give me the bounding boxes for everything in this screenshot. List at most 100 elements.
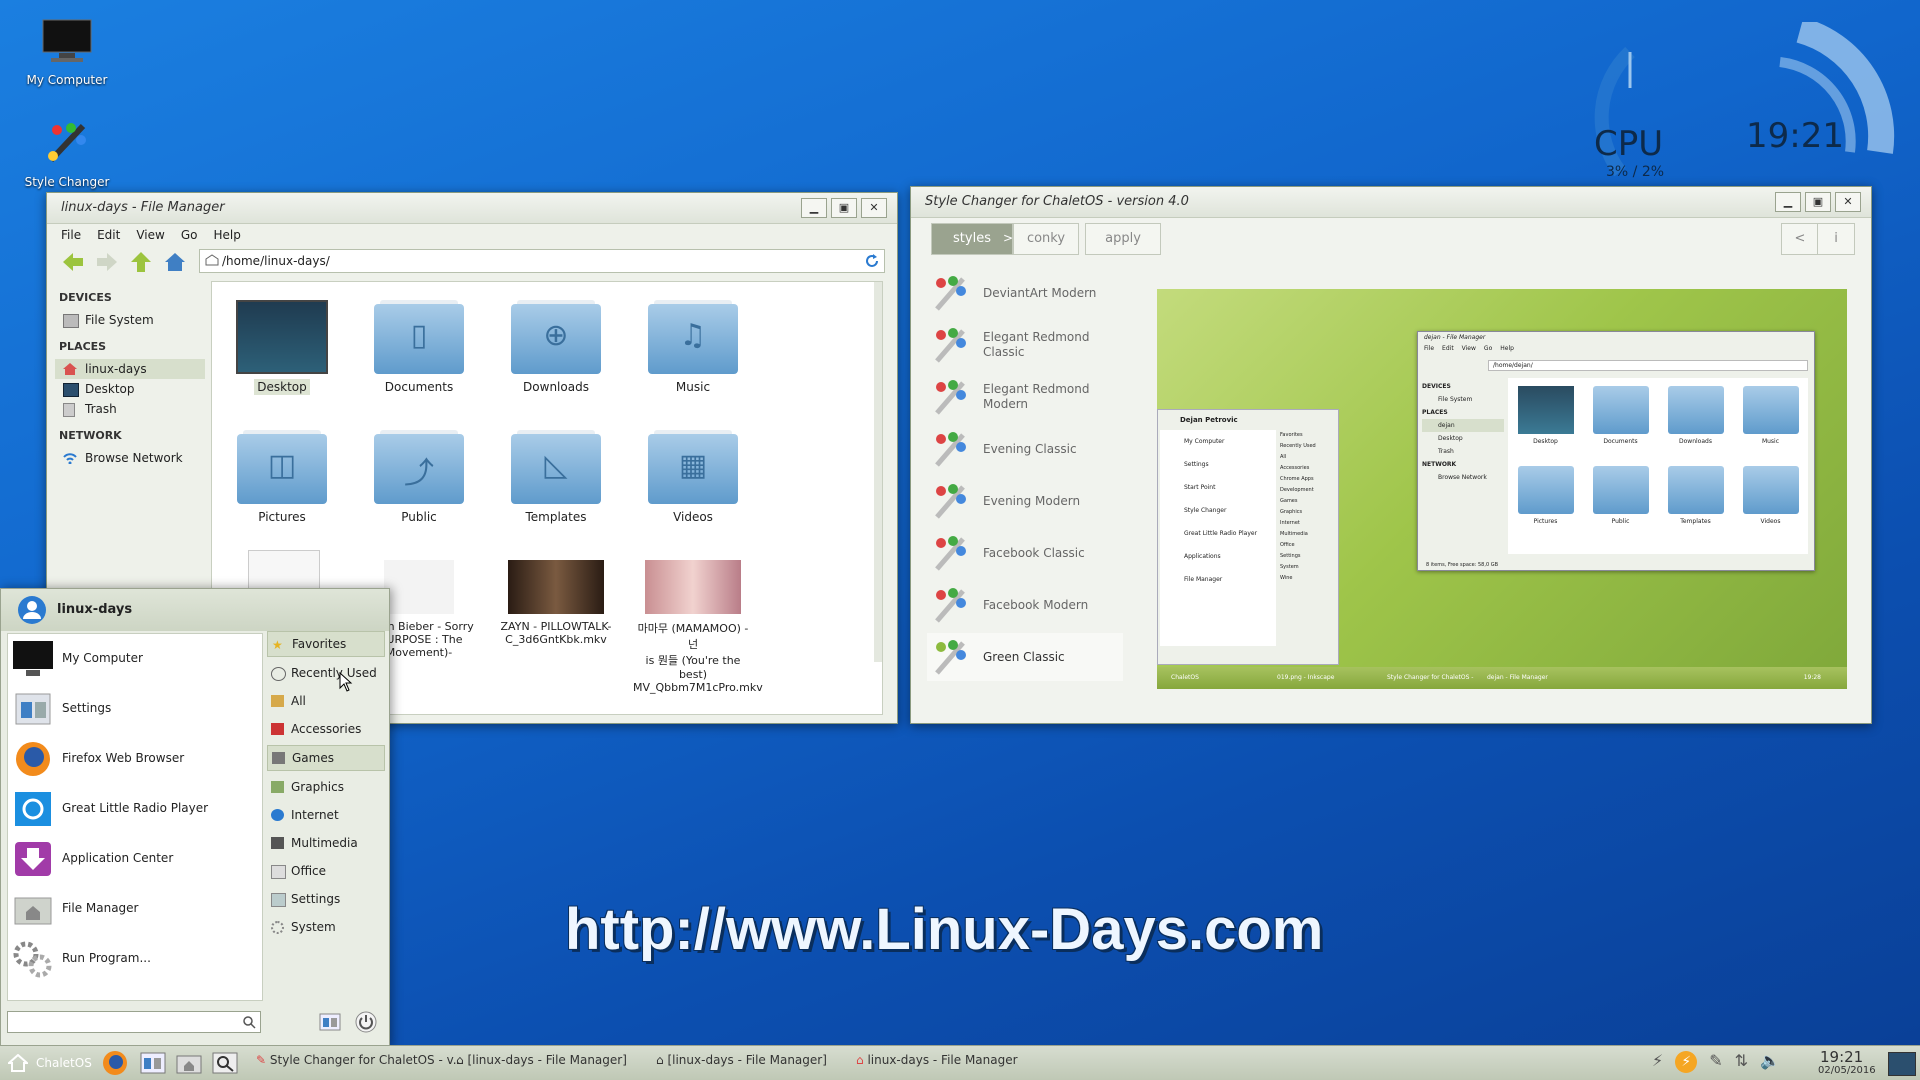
style-item[interactable]: Facebook Modern — [927, 581, 1123, 629]
file-item-music[interactable]: ♫ Music — [633, 300, 753, 394]
minimize-button[interactable]: ▁ — [801, 198, 827, 218]
style-item-selected[interactable]: Green Classic — [927, 633, 1123, 681]
back-arrow-icon[interactable] — [61, 251, 85, 273]
task-file-manager-1[interactable]: ⌂ [linux-days - File Manager] — [456, 1053, 627, 1067]
sidebar-item-home[interactable]: linux-days — [55, 359, 205, 379]
file-item-documents[interactable]: ▯ Documents — [359, 300, 479, 394]
preview-cat: Wine — [1280, 575, 1293, 581]
maximize-button[interactable]: ▣ — [1805, 192, 1831, 212]
menu-file[interactable]: File — [61, 228, 81, 242]
preview-fm-title: dejan - File Manager — [1424, 334, 1486, 341]
volume-icon[interactable]: 🔈 — [1760, 1051, 1780, 1073]
settings-icon[interactable] — [140, 1052, 166, 1074]
video-item[interactable]: ZAYN - PILLOWTALK- C_3d6GntKbk.mkv — [496, 560, 616, 646]
app-my-computer[interactable]: My Computer — [8, 634, 262, 684]
file-item-pictures[interactable]: ◫ Pictures — [222, 430, 342, 524]
category-office[interactable]: Office — [267, 859, 385, 883]
folder-pictures-icon: ◫ — [237, 430, 327, 504]
menu-help[interactable]: Help — [213, 228, 240, 242]
category-internet[interactable]: Internet — [267, 803, 385, 827]
sidebar-item-trash[interactable]: Trash — [55, 399, 205, 419]
task-style-changer[interactable]: ✎ Style Changer for ChaletOS - v... — [256, 1053, 464, 1067]
apply-button[interactable]: apply — [1085, 223, 1161, 255]
maximize-button[interactable]: ▣ — [831, 198, 857, 218]
preview-cat: Multimedia — [1280, 531, 1308, 537]
home-icon: ⌂ — [656, 1053, 664, 1067]
file-item-templates[interactable]: ◺ Templates — [496, 430, 616, 524]
category-multimedia[interactable]: Multimedia — [267, 831, 385, 855]
sidebar-item-browse-network[interactable]: Browse Network — [55, 448, 205, 468]
power-manager-icon[interactable]: ⚡ — [1675, 1051, 1698, 1073]
style-item[interactable]: Evening Modern — [927, 477, 1123, 525]
menu-view[interactable]: View — [136, 228, 164, 242]
app-settings[interactable]: Settings — [8, 684, 262, 734]
vertical-scrollbar[interactable] — [874, 282, 882, 662]
style-changer-titlebar[interactable]: Style Changer for ChaletOS - version 4.0… — [911, 187, 1871, 218]
forward-arrow-icon[interactable] — [95, 251, 119, 273]
category-graphics[interactable]: Graphics — [267, 775, 385, 799]
close-button[interactable]: ✕ — [861, 198, 887, 218]
file-manager-titlebar[interactable]: linux-days - File Manager ▁ ▣ ✕ — [47, 193, 897, 224]
show-desktop-button[interactable] — [1888, 1052, 1916, 1076]
file-item-public[interactable]: ⤴ Public — [359, 430, 479, 524]
category-system[interactable]: System — [267, 915, 385, 939]
style-item[interactable]: Facebook Classic — [927, 529, 1123, 577]
refresh-icon[interactable] — [865, 254, 879, 268]
category-accessories[interactable]: Accessories — [267, 717, 385, 741]
style-theme-icon — [935, 484, 966, 519]
clock-time[interactable]: 19:21 — [1820, 1048, 1863, 1066]
app-firefox[interactable]: Firefox Web Browser — [8, 734, 262, 784]
address-bar[interactable]: /home/linux-days/ — [199, 249, 885, 273]
file-item-downloads[interactable]: ⊕ Downloads — [496, 300, 616, 394]
category-settings[interactable]: Settings — [267, 887, 385, 911]
style-item[interactable]: Elegant Redmond Modern — [927, 373, 1123, 421]
style-item[interactable]: DeviantArt Modern — [927, 269, 1123, 317]
up-arrow-icon[interactable] — [129, 251, 153, 273]
website-banner: http://www.Linux-Days.com — [565, 897, 1324, 962]
category-all[interactable]: All — [267, 689, 385, 713]
app-application-center[interactable]: Application Center — [8, 834, 262, 884]
style-item[interactable]: Elegant Redmond Classic — [927, 321, 1123, 369]
lightning-icon[interactable]: ⚡ — [1652, 1051, 1663, 1073]
notes-icon[interactable]: ✎ — [1709, 1051, 1722, 1073]
home-icon[interactable] — [163, 251, 187, 273]
tab-styles[interactable]: styles — [931, 223, 1013, 255]
file-manager-icon[interactable] — [176, 1052, 202, 1074]
search-icon[interactable] — [212, 1052, 238, 1074]
category-favorites[interactable]: ★ Favorites — [267, 631, 385, 657]
menu-edit[interactable]: Edit — [97, 228, 120, 242]
style-changer-window[interactable]: Style Changer for ChaletOS - version 4.0… — [910, 186, 1872, 724]
close-button[interactable]: ✕ — [1835, 192, 1861, 212]
video-item[interactable]: 마마무 (MAMAMOO) - 넌 is 뭔들 (You're the best… — [633, 560, 763, 694]
info-button[interactable]: i — [1817, 223, 1855, 255]
app-radio-player[interactable]: Great Little Radio Player — [8, 784, 262, 834]
sidebar-item-desktop[interactable]: Desktop — [55, 379, 205, 399]
style-theme-icon — [935, 432, 966, 467]
task-file-manager-2[interactable]: ⌂ [linux-days - File Manager] — [656, 1053, 827, 1067]
menu-go[interactable]: Go — [181, 228, 198, 242]
start-menu[interactable]: linux-days My Computer Settings Firefox … — [0, 588, 390, 1048]
power-icon[interactable] — [355, 1011, 377, 1033]
tab-conky[interactable]: conky — [1013, 223, 1079, 255]
start-menu-search-input[interactable] — [7, 1011, 261, 1033]
file-item-videos[interactable]: ▦ Videos — [633, 430, 753, 524]
start-menu-header: linux-days — [1, 589, 389, 631]
firefox-icon[interactable] — [102, 1050, 128, 1076]
start-button[interactable]: ChaletOS — [4, 1049, 92, 1077]
desktop-icon-my-computer[interactable]: My Computer — [12, 18, 122, 87]
task-file-manager-3[interactable]: ⌂ linux-days - File Manager — [856, 1053, 1018, 1067]
style-item[interactable]: Evening Classic — [927, 425, 1123, 473]
clock-date[interactable]: 02/05/2016 — [1818, 1065, 1876, 1076]
app-run-program[interactable]: Run Program... — [8, 934, 262, 984]
app-file-manager[interactable]: File Manager — [8, 884, 262, 934]
prev-button[interactable]: < — [1781, 223, 1819, 255]
switch-view-icon[interactable] — [319, 1013, 341, 1031]
file-item-desktop[interactable]: Desktop — [222, 300, 342, 395]
preview-task: ChaletOS — [1171, 674, 1199, 681]
network-icon[interactable]: ⇅ — [1735, 1051, 1748, 1073]
desktop-icon-style-changer[interactable]: Style Changer — [12, 120, 122, 189]
minimize-button[interactable]: ▁ — [1775, 192, 1801, 212]
category-games[interactable]: Games — [267, 745, 385, 771]
sidebar-item-file-system[interactable]: File System — [55, 310, 205, 330]
category-recently-used[interactable]: Recently Used — [267, 661, 385, 685]
